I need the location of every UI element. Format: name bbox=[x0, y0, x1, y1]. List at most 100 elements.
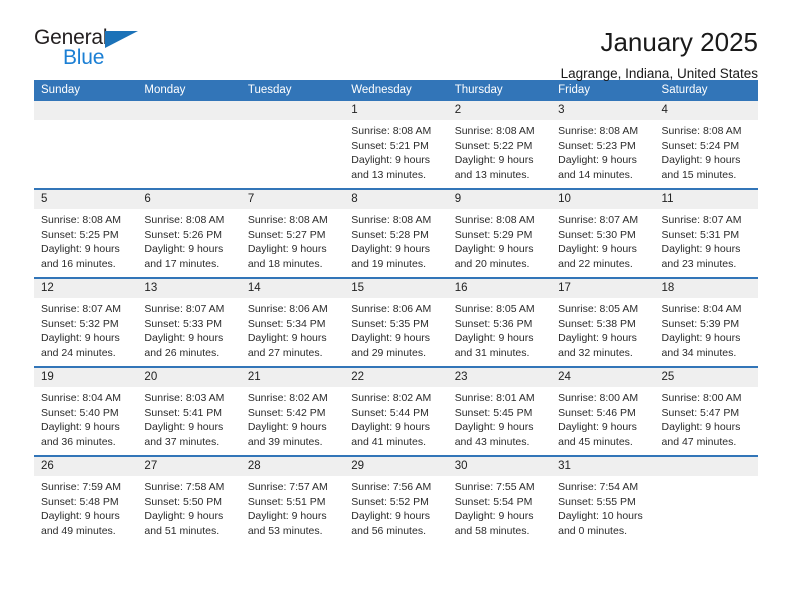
sunrise-text: Sunrise: 7:58 AM bbox=[144, 481, 225, 493]
day-number[interactable]: 7 bbox=[241, 190, 344, 209]
day-cell[interactable]: Sunrise: 8:02 AM Sunset: 5:42 PM Daylight:… bbox=[241, 387, 344, 455]
day-cell[interactable]: Sunrise: 8:00 AM Sunset: 5:47 PM Daylight:… bbox=[655, 387, 758, 455]
sunrise-text: Sunrise: 7:54 AM bbox=[558, 481, 639, 493]
daylight-text-cont: and 27 minutes. bbox=[247, 346, 323, 359]
daylight-text: Daylight: 9 hours bbox=[351, 243, 431, 255]
day-cell[interactable]: Sunrise: 8:07 AM Sunset: 5:31 PM Daylight:… bbox=[655, 209, 758, 277]
day-cell[interactable]: Sunrise: 8:08 AM Sunset: 5:28 PM Daylight:… bbox=[344, 209, 447, 277]
day-number[interactable]: 19 bbox=[34, 368, 137, 387]
sunset-text: Sunset: 5:52 PM bbox=[351, 495, 429, 508]
daylight-text: Daylight: 9 hours bbox=[247, 510, 327, 522]
day-cell[interactable]: Sunrise: 8:08 AM Sunset: 5:27 PM Daylight:… bbox=[241, 209, 344, 277]
day-number[interactable]: 6 bbox=[137, 190, 240, 209]
day-number[interactable]: 29 bbox=[344, 457, 447, 476]
day-cell[interactable]: Sunrise: 8:05 AM Sunset: 5:38 PM Daylight:… bbox=[551, 298, 654, 366]
day-number[interactable]: 5 bbox=[34, 190, 137, 209]
day-cell[interactable]: Sunrise: 8:07 AM Sunset: 5:32 PM Daylight:… bbox=[34, 298, 137, 366]
day-number[interactable]: 13 bbox=[137, 279, 240, 298]
day-cell[interactable]: Sunrise: 8:08 AM Sunset: 5:25 PM Daylight:… bbox=[34, 209, 137, 277]
calendar-week-row: 26 27 28 29 30 31 Sunrise: 7:59 AM Sunset: 5:48… bbox=[34, 455, 758, 544]
day-cell[interactable]: Sunrise: 8:04 AM Sunset: 5:40 PM Daylight:… bbox=[34, 387, 137, 455]
day-number[interactable]: 11 bbox=[655, 190, 758, 209]
calendar-page: General Blue January 2025 Lagrange, Indi… bbox=[0, 0, 792, 612]
daylight-text-cont: and 19 minutes. bbox=[351, 257, 426, 270]
day-cell[interactable]: Sunrise: 8:06 AM Sunset: 5:35 PM Daylight:… bbox=[344, 298, 447, 366]
day-cell[interactable]: Sunrise: 7:59 AM Sunset: 5:48 PM Daylight:… bbox=[34, 476, 137, 544]
daylight-text: Daylight: 9 hours bbox=[351, 154, 431, 166]
day-number[interactable]: 15 bbox=[344, 279, 447, 298]
sunrise-text: Sunrise: 8:06 AM bbox=[351, 303, 432, 315]
day-number[interactable]: 27 bbox=[137, 457, 240, 476]
day-cell[interactable]: Sunrise: 8:08 AM Sunset: 5:23 PM Daylight:… bbox=[551, 120, 654, 188]
sunrise-text: Sunrise: 8:03 AM bbox=[144, 392, 225, 404]
sunset-text: Sunset: 5:48 PM bbox=[41, 495, 119, 508]
day-cell[interactable]: Sunrise: 7:56 AM Sunset: 5:52 PM Daylight:… bbox=[344, 476, 447, 544]
day-number[interactable]: 21 bbox=[241, 368, 344, 387]
sunset-text: Sunset: 5:30 PM bbox=[558, 228, 636, 241]
week-day-details: Sunrise: 8:07 AM Sunset: 5:32 PM Daylight:… bbox=[34, 298, 758, 366]
day-number[interactable]: 4 bbox=[655, 101, 758, 120]
sunrise-text: Sunrise: 7:55 AM bbox=[454, 481, 535, 493]
sunset-text: Sunset: 5:36 PM bbox=[454, 317, 533, 330]
day-cell[interactable]: Sunrise: 8:04 AM Sunset: 5:39 PM Daylight:… bbox=[655, 298, 758, 366]
day-number[interactable]: 12 bbox=[34, 279, 137, 298]
sunrise-text: Sunrise: 8:08 AM bbox=[247, 214, 328, 226]
day-cell[interactable]: Sunrise: 8:01 AM Sunset: 5:45 PM Daylight:… bbox=[448, 387, 551, 455]
day-number[interactable]: 30 bbox=[448, 457, 551, 476]
day-number[interactable]: 1 bbox=[344, 101, 447, 120]
day-cell-empty bbox=[241, 120, 344, 188]
daylight-text-cont: and 22 minutes. bbox=[558, 257, 633, 270]
daylight-text-cont: and 43 minutes. bbox=[454, 435, 530, 448]
day-number[interactable]: 22 bbox=[344, 368, 447, 387]
sunset-text: Sunset: 5:28 PM bbox=[351, 228, 429, 241]
daylight-text: Daylight: 9 hours bbox=[558, 154, 637, 166]
day-number[interactable]: 23 bbox=[448, 368, 551, 387]
day-cell[interactable]: Sunrise: 8:05 AM Sunset: 5:36 PM Daylight:… bbox=[448, 298, 551, 366]
day-cell[interactable]: Sunrise: 7:58 AM Sunset: 5:50 PM Daylight:… bbox=[137, 476, 240, 544]
day-cell[interactable]: Sunrise: 8:02 AM Sunset: 5:44 PM Daylight:… bbox=[344, 387, 447, 455]
calendar-week-row: 5 6 7 8 9 10 11 Sunrise: 8:08 AM Sunset: 5:25 PM… bbox=[34, 188, 758, 277]
day-number[interactable]: 16 bbox=[448, 279, 551, 298]
day-number[interactable]: 25 bbox=[655, 368, 758, 387]
sunset-text: Sunset: 5:45 PM bbox=[454, 406, 533, 419]
daylight-text: Daylight: 9 hours bbox=[247, 243, 327, 255]
day-cell[interactable]: Sunrise: 8:06 AM Sunset: 5:34 PM Daylight:… bbox=[241, 298, 344, 366]
daylight-text: Daylight: 9 hours bbox=[558, 243, 637, 255]
day-number[interactable]: 10 bbox=[551, 190, 654, 209]
day-number[interactable]: 24 bbox=[551, 368, 654, 387]
sunset-text: Sunset: 5:23 PM bbox=[558, 139, 636, 152]
day-number[interactable]: 8 bbox=[344, 190, 447, 209]
day-cell[interactable]: Sunrise: 8:08 AM Sunset: 5:24 PM Daylight:… bbox=[655, 120, 758, 188]
day-cell[interactable]: Sunrise: 8:08 AM Sunset: 5:26 PM Daylight:… bbox=[137, 209, 240, 277]
sunset-text: Sunset: 5:44 PM bbox=[351, 406, 429, 419]
day-cell[interactable]: Sunrise: 8:08 AM Sunset: 5:21 PM Daylight:… bbox=[344, 120, 447, 188]
day-number[interactable]: 2 bbox=[448, 101, 551, 120]
sunrise-text: Sunrise: 8:04 AM bbox=[661, 303, 742, 315]
daylight-text: Daylight: 9 hours bbox=[41, 243, 120, 255]
sunrise-text: Sunrise: 8:08 AM bbox=[661, 125, 742, 137]
day-cell[interactable]: Sunrise: 7:57 AM Sunset: 5:51 PM Daylight:… bbox=[241, 476, 344, 544]
day-number[interactable]: 28 bbox=[241, 457, 344, 476]
daylight-text-cont: and 58 minutes. bbox=[454, 524, 530, 537]
day-number[interactable]: 14 bbox=[241, 279, 344, 298]
day-cell[interactable]: Sunrise: 8:00 AM Sunset: 5:46 PM Daylight:… bbox=[551, 387, 654, 455]
day-number[interactable]: 9 bbox=[448, 190, 551, 209]
day-number[interactable]: 31 bbox=[551, 457, 654, 476]
day-number-empty bbox=[137, 101, 240, 120]
day-number[interactable]: 26 bbox=[34, 457, 137, 476]
day-number[interactable]: 17 bbox=[551, 279, 654, 298]
day-number[interactable]: 3 bbox=[551, 101, 654, 120]
page-header: General Blue January 2025 Lagrange, Indi… bbox=[34, 0, 758, 80]
day-cell[interactable]: Sunrise: 8:08 AM Sunset: 5:22 PM Daylight:… bbox=[448, 120, 551, 188]
day-cell[interactable]: Sunrise: 7:55 AM Sunset: 5:54 PM Daylight:… bbox=[448, 476, 551, 544]
week-day-numbers: 19 20 21 22 23 24 25 bbox=[34, 368, 758, 387]
day-cell[interactable]: Sunrise: 7:54 AM Sunset: 5:55 PM Daylight:… bbox=[551, 476, 654, 544]
day-number[interactable]: 20 bbox=[137, 368, 240, 387]
weekday-header-monday: Monday bbox=[144, 84, 186, 96]
day-cell[interactable]: Sunrise: 8:08 AM Sunset: 5:29 PM Daylight:… bbox=[448, 209, 551, 277]
day-number[interactable]: 18 bbox=[655, 279, 758, 298]
day-cell[interactable]: Sunrise: 8:07 AM Sunset: 5:30 PM Daylight:… bbox=[551, 209, 654, 277]
week-day-details: Sunrise: 8:04 AM Sunset: 5:40 PM Daylight:… bbox=[34, 387, 758, 455]
day-cell[interactable]: Sunrise: 8:07 AM Sunset: 5:33 PM Daylight:… bbox=[137, 298, 240, 366]
day-cell[interactable]: Sunrise: 8:03 AM Sunset: 5:41 PM Daylight:… bbox=[137, 387, 240, 455]
